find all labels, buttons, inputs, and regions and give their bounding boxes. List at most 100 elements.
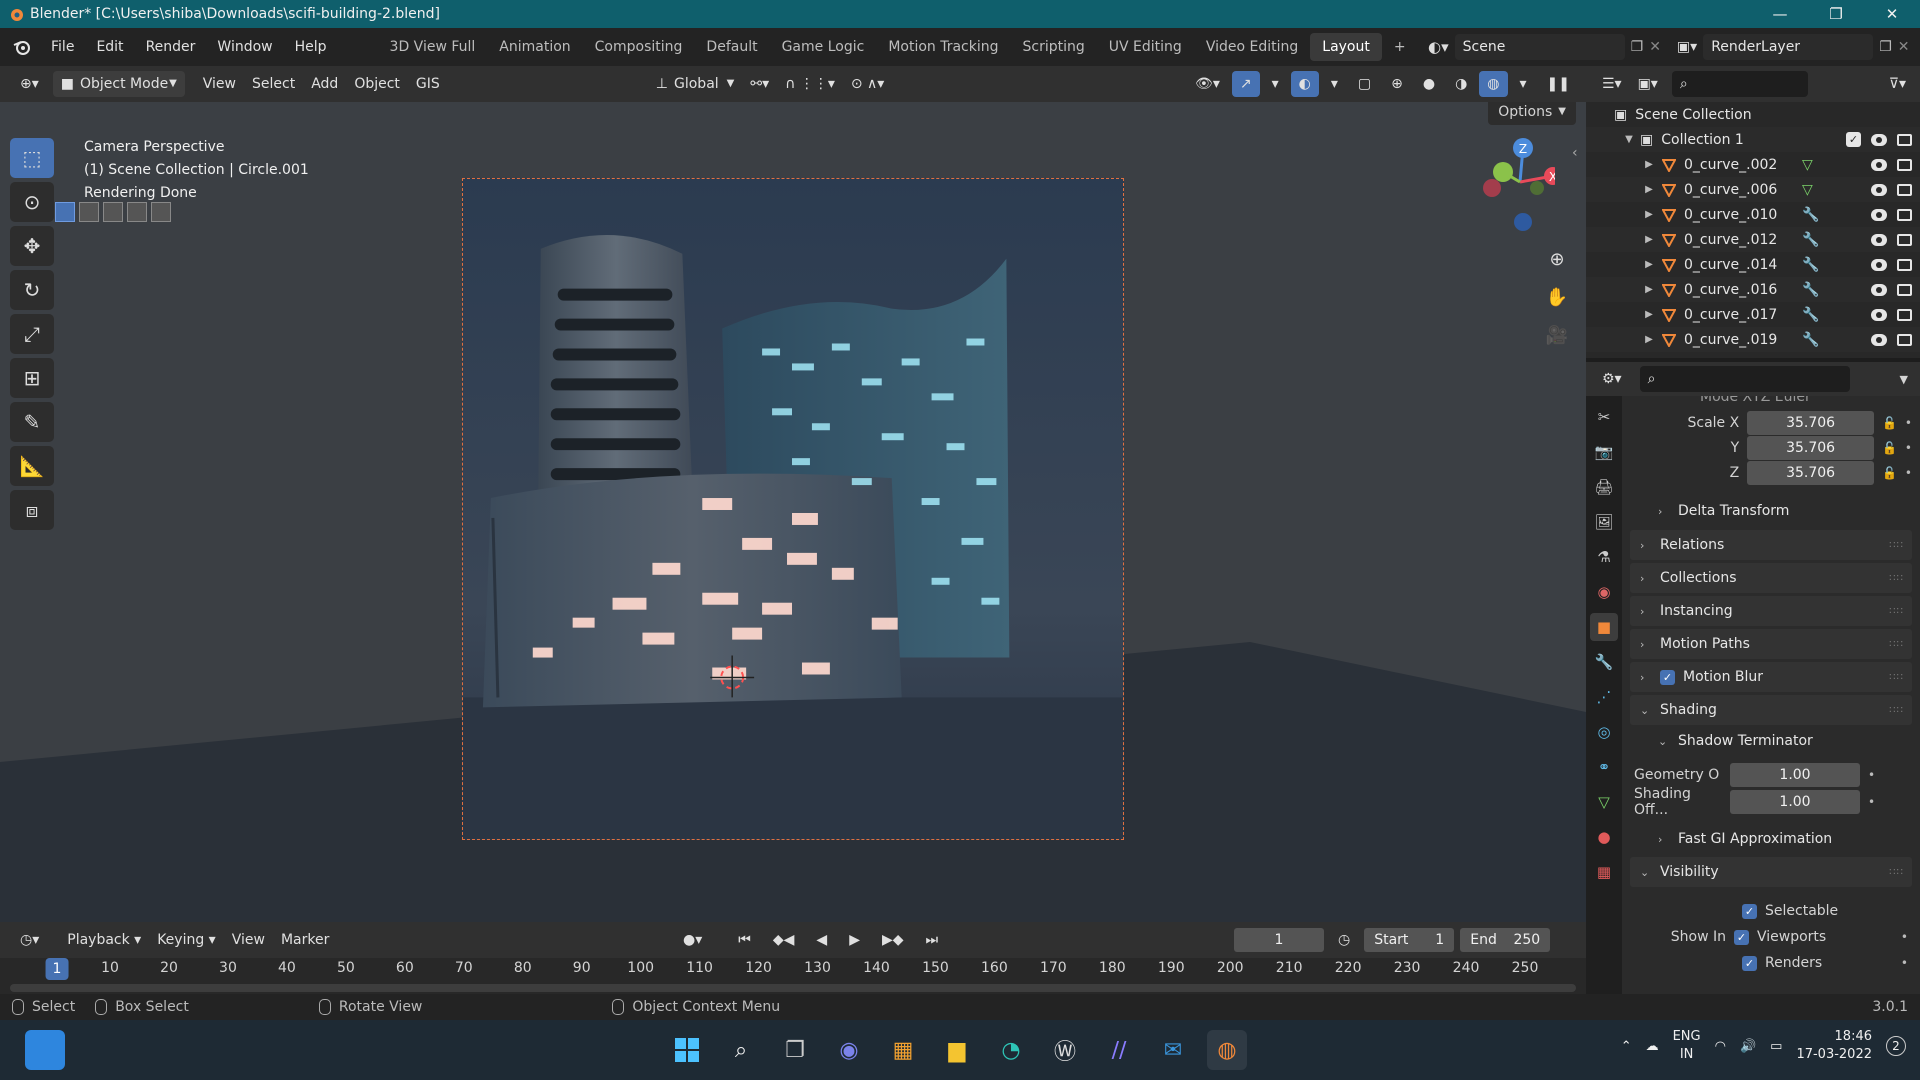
- selectable-checkbox[interactable]: ✓: [1742, 903, 1757, 919]
- zoom-icon[interactable]: ⊕: [1540, 242, 1574, 276]
- frame-tick-label[interactable]: 170: [1040, 960, 1067, 976]
- menu-add[interactable]: Add: [303, 71, 346, 97]
- display-mode-icon[interactable]: ▣▾: [1630, 71, 1666, 97]
- overlay-toggle-icon[interactable]: ◐: [1290, 71, 1319, 97]
- menu-render[interactable]: Render: [135, 28, 207, 66]
- tool-tab-icon[interactable]: ✂: [1590, 403, 1618, 431]
- prev-keyframe-icon[interactable]: ◆◀: [765, 927, 803, 953]
- select-box-tool-icon[interactable]: ⬚: [10, 138, 54, 178]
- gizmo-toggle-icon[interactable]: ↗: [1231, 71, 1260, 97]
- 3d-viewport[interactable]: ⬚ ⊙ ✥ ↻ ⤢ ⊞ ✎ 📐 ⧈ Camera Perspective (1)…: [0, 102, 1586, 922]
- outliner-item[interactable]: ▶ 0_curve_.012 🔧: [1586, 227, 1920, 252]
- frame-tick-label[interactable]: 50: [337, 960, 355, 976]
- tab-default[interactable]: Default: [694, 33, 769, 61]
- eye-icon[interactable]: [1871, 233, 1887, 246]
- app-icon[interactable]: ∕∕: [1099, 1030, 1139, 1070]
- battery-icon[interactable]: ▭: [1770, 1039, 1782, 1054]
- options-dropdown[interactable]: Options ▼: [1488, 102, 1576, 125]
- notification-badge[interactable]: 2: [1886, 1036, 1906, 1056]
- timeline-editor-icon[interactable]: ◷▾: [12, 927, 47, 953]
- search-icon[interactable]: ⌕: [721, 1030, 761, 1070]
- frame-tick-label[interactable]: 70: [455, 960, 473, 976]
- geometry-offset-field[interactable]: 1.00: [1730, 763, 1860, 787]
- menu-file[interactable]: File: [40, 28, 85, 66]
- eye-icon[interactable]: [1871, 208, 1887, 221]
- frame-tick-label[interactable]: 120: [745, 960, 772, 976]
- store-icon[interactable]: ▦: [883, 1030, 923, 1070]
- play-reverse-icon[interactable]: ◀: [808, 927, 835, 953]
- keyframe-dot-icon[interactable]: •: [1905, 416, 1912, 430]
- drag-grip-icon[interactable]: ∷∷: [1889, 606, 1904, 617]
- pause-render-icon[interactable]: ❚❚: [1539, 71, 1578, 97]
- pan-hand-icon[interactable]: ✋: [1540, 280, 1574, 314]
- render-camera-icon[interactable]: [1897, 208, 1912, 221]
- outliner-item[interactable]: ▶ 0_curve_.016 🔧: [1586, 277, 1920, 302]
- motion-blur-panel[interactable]: › ✓ Motion Blur ∷∷: [1630, 662, 1912, 692]
- scene-selector-icon[interactable]: ◐▾: [1428, 38, 1449, 56]
- render-tab-icon[interactable]: 📷: [1590, 438, 1618, 466]
- sidebar-toggle-icon[interactable]: ‹: [1572, 145, 1578, 161]
- tab-video-editing[interactable]: Video Editing: [1194, 33, 1310, 61]
- frame-tick-label[interactable]: 10: [101, 960, 119, 976]
- outliner-editor-icon[interactable]: ☰▾: [1594, 71, 1630, 97]
- snap-icon[interactable]: ∩ ⋮⋮▾: [777, 71, 843, 97]
- jump-start-icon[interactable]: ⏮: [730, 927, 759, 953]
- expand-triangle-icon[interactable]: ▶: [1642, 209, 1656, 220]
- modifier-icon[interactable]: 🔧: [1802, 208, 1819, 222]
- drag-grip-icon[interactable]: ∷∷: [1889, 639, 1904, 650]
- output-tab-icon[interactable]: 🖨: [1590, 473, 1618, 501]
- timeline-scrollbar[interactable]: [10, 984, 1576, 992]
- menu-object[interactable]: Object: [346, 71, 408, 97]
- modifier-icon[interactable]: ▽: [1802, 158, 1818, 172]
- cursor-tool-icon[interactable]: ⊙: [10, 182, 54, 222]
- modifier-icon[interactable]: ▽: [1802, 183, 1818, 197]
- eye-icon[interactable]: [1871, 258, 1887, 271]
- view-layer-tab-icon[interactable]: 🖼: [1590, 508, 1618, 536]
- outliner-item[interactable]: ▶ 0_curve_.014 🔧: [1586, 252, 1920, 277]
- keyframe-dot-icon[interactable]: •: [1868, 768, 1875, 782]
- frame-tick-label[interactable]: 40: [278, 960, 296, 976]
- menu-gis[interactable]: GIS: [408, 71, 448, 97]
- tab-3d-view-full[interactable]: 3D View Full: [378, 33, 488, 61]
- start-icon[interactable]: [667, 1030, 707, 1070]
- frame-tick-label[interactable]: 100: [627, 960, 654, 976]
- expand-triangle-icon[interactable]: ▶: [1642, 184, 1656, 195]
- expand-triangle-icon[interactable]: ▶: [1642, 309, 1656, 320]
- frame-tick-label[interactable]: 160: [981, 960, 1008, 976]
- drag-grip-icon[interactable]: ∷∷: [1889, 573, 1904, 584]
- shading-dropdown-icon[interactable]: ▾: [1512, 71, 1535, 97]
- overlay-dropdown-icon[interactable]: ▾: [1323, 71, 1346, 97]
- next-keyframe-icon[interactable]: ▶◆: [874, 927, 912, 953]
- new-layer-icon[interactable]: ❐: [1879, 39, 1892, 55]
- expand-triangle-icon[interactable]: ▶: [1642, 234, 1656, 245]
- outliner-item[interactable]: ▶ 0_curve_.019 🔧: [1586, 327, 1920, 352]
- modifier-icon[interactable]: 🔧: [1802, 283, 1819, 297]
- motion-blur-checkbox[interactable]: ✓: [1660, 669, 1675, 685]
- delta-transform-subpanel[interactable]: › Delta Transform: [1630, 496, 1912, 526]
- keyframe-dot-icon[interactable]: •: [1905, 441, 1912, 455]
- jump-end-icon[interactable]: ⏭: [918, 927, 947, 953]
- minimize-button[interactable]: —: [1752, 0, 1808, 28]
- frame-tick-label[interactable]: 190: [1158, 960, 1185, 976]
- camera-view-icon[interactable]: 🎥: [1540, 318, 1574, 352]
- end-frame-field[interactable]: End 250: [1460, 928, 1551, 952]
- eye-icon[interactable]: [1871, 133, 1887, 146]
- tab-layout[interactable]: Layout: [1310, 33, 1382, 61]
- material-tab-icon[interactable]: ●: [1590, 823, 1618, 851]
- properties-search-input[interactable]: ⌕: [1639, 366, 1850, 392]
- lock-icon[interactable]: 🔓: [1882, 466, 1897, 480]
- frame-tick-label[interactable]: 150: [922, 960, 949, 976]
- frame-tick-label[interactable]: 90: [573, 960, 591, 976]
- editor-type-icon[interactable]: ⊕▾: [12, 71, 47, 97]
- shading-offset-field[interactable]: 1.00: [1730, 790, 1860, 814]
- expand-triangle-icon[interactable]: ▼: [1622, 134, 1636, 145]
- frame-tick-label[interactable]: 130: [804, 960, 831, 976]
- renders-checkbox[interactable]: ✓: [1742, 955, 1757, 971]
- frame-tick-label[interactable]: 230: [1394, 960, 1421, 976]
- expand-triangle-icon[interactable]: ▶: [1642, 334, 1656, 345]
- render-layer-icon[interactable]: ▣▾: [1677, 39, 1697, 55]
- scale-z-field[interactable]: 35.706: [1747, 461, 1874, 485]
- wireframe-shading-icon[interactable]: ⊕: [1383, 71, 1411, 97]
- data-tab-icon[interactable]: ▽: [1590, 788, 1618, 816]
- frame-tick-label[interactable]: 240: [1453, 960, 1480, 976]
